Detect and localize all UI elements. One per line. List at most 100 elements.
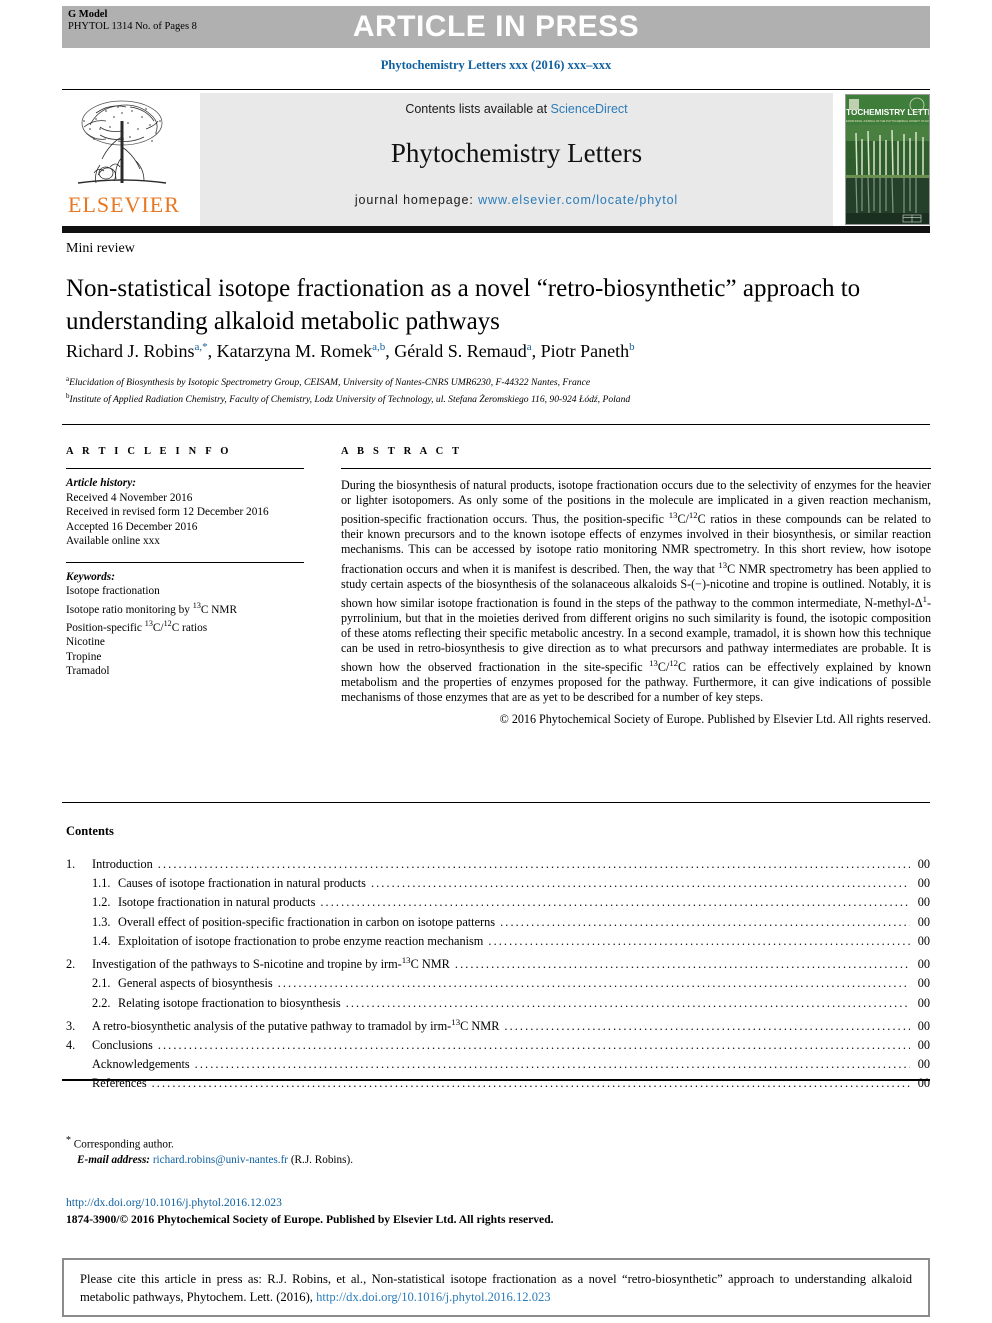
toc-number: 2. xyxy=(66,957,76,972)
toc-dot-leader: ........................................… xyxy=(151,1076,910,1091)
toc-page-number: 00 xyxy=(917,933,930,948)
toc-number: 1.1. xyxy=(92,876,111,891)
author-name-4: Piotr Paneth xyxy=(540,341,630,361)
toc-page-number: 00 xyxy=(917,1038,930,1053)
doi-link[interactable]: http://dx.doi.org/10.1016/j.phytol.2016.… xyxy=(66,1196,282,1209)
asterisk-icon: * xyxy=(66,1135,71,1146)
journal-banner: Contents lists available at ScienceDirec… xyxy=(200,93,833,226)
masthead: ELSEVIER Contents lists available at Sci… xyxy=(62,93,930,226)
toc-dot-leader: ........................................… xyxy=(500,914,910,929)
article-info-rule xyxy=(66,468,304,469)
author-name-1: Richard J. Robins xyxy=(66,341,195,361)
toc-entry[interactable]: 4. Conclusions .........................… xyxy=(66,1036,930,1055)
elsevier-tree-icon xyxy=(77,100,167,184)
citation-text: Please cite this article in press as: R.… xyxy=(64,1260,928,1306)
banner-title: ARTICLE IN PRESS xyxy=(352,10,640,43)
toc-label: References xyxy=(92,1076,147,1091)
email-note: E-mail address: richard.robins@univ-nant… xyxy=(66,1153,626,1168)
elsevier-logo: ELSEVIER xyxy=(62,93,186,226)
toc-number: 2.2. xyxy=(92,995,111,1010)
toc-page-number: 00 xyxy=(917,976,930,991)
contents-prefix: Contents lists available at xyxy=(405,102,551,116)
citation-doi-link[interactable]: http://dx.doi.org/10.1016/j.phytol.2016.… xyxy=(316,1290,551,1304)
keyword-0: Isotope fractionation xyxy=(66,585,160,597)
masthead-bottom-rule xyxy=(62,226,930,233)
toc-page-number: 00 xyxy=(917,1057,930,1072)
toc-dot-leader: ........................................… xyxy=(157,1038,910,1053)
author-affil-4: b xyxy=(629,341,635,353)
author-affil-1: a,* xyxy=(194,341,208,353)
affiliation-a: aElucidation of Biosynthesis by Isotopic… xyxy=(66,375,591,389)
toc-entry[interactable]: 3. A retro-biosynthetic analysis of the … xyxy=(66,1013,930,1036)
keywords-block: Keywords: Isotope fractionation Isotope … xyxy=(66,570,304,679)
author-name-3: Gérald S. Remaud xyxy=(394,341,527,361)
abstract-rule xyxy=(341,468,931,469)
keyword-5: Tramadol xyxy=(66,665,110,678)
toc-entry[interactable]: 2. Investigation of the pathways to S-ni… xyxy=(66,951,930,974)
toc-entry[interactable]: 1. Introduction ........................… xyxy=(66,855,930,874)
corresponding-author-text: Corresponding author. xyxy=(73,1138,174,1151)
toc-entry[interactable]: 2.2. Relating isotope fractionation to b… xyxy=(66,994,930,1013)
affiliation-list: aElucidation of Biosynthesis by Isotopic… xyxy=(66,373,926,406)
toc-number: 2.1. xyxy=(92,976,111,991)
title-block-bottom-rule xyxy=(62,424,930,425)
affiliation-b: bInstitute of Applied Radiation Chemistr… xyxy=(66,391,631,405)
contents-list: 1. Introduction ........................… xyxy=(66,855,930,1094)
journal-homepage-link[interactable]: www.elsevier.com/locate/phytol xyxy=(478,193,678,207)
contents-bottom-rule xyxy=(62,1079,930,1081)
toc-label: Investigation of the pathways to S-nicot… xyxy=(92,955,450,972)
toc-label: Introduction xyxy=(92,857,153,871)
keywords-label: Keywords: xyxy=(66,570,115,583)
toc-entry[interactable]: 1.2. Isotope fractionation in natural pr… xyxy=(66,893,930,912)
toc-page-number: 00 xyxy=(917,1018,930,1033)
toc-entry[interactable]: 1.3. Overall effect of position-specific… xyxy=(66,913,930,932)
author-list: Richard J. Robinsa,*, Katarzyna M. Romek… xyxy=(66,341,635,361)
toc-page-number: 00 xyxy=(917,1076,930,1091)
history-item-2: Accepted 16 December 2016 xyxy=(66,520,198,533)
email-link[interactable]: richard.robins@univ-nantes.fr xyxy=(153,1154,288,1166)
citation-box: Please cite this article in press as: R.… xyxy=(62,1258,930,1317)
abstract-bottom-rule xyxy=(62,802,930,803)
journal-title: Phytochemistry Letters xyxy=(390,138,643,168)
masthead-top-rule xyxy=(62,89,930,90)
toc-entry[interactable]: 1.4. Exploitation of isotope fractionati… xyxy=(66,932,930,951)
author-affil-3: a xyxy=(526,341,532,353)
article-history-block: Article history: Received 4 November 201… xyxy=(66,476,304,549)
journal-homepage-line: journal homepage: www.elsevier.com/locat… xyxy=(355,193,678,207)
toc-page-number: 00 xyxy=(917,895,930,910)
toc-number: 1. xyxy=(66,857,76,871)
homepage-label: journal homepage: xyxy=(354,193,479,207)
toc-number: 3. xyxy=(66,1018,76,1033)
toc-number: 1.2. xyxy=(92,895,111,910)
toc-number: 1.4. xyxy=(92,933,111,948)
footnote-block: * Corresponding author. E-mail address: … xyxy=(66,1133,626,1168)
elsevier-wordmark: ELSEVIER xyxy=(68,192,180,217)
toc-dot-leader: ........................................… xyxy=(277,976,910,991)
toc-entry[interactable]: 2.1. General aspects of biosynthesis ...… xyxy=(66,974,930,993)
article-section-type: Mini review xyxy=(66,241,135,256)
abstract-copyright: © 2016 Phytochemical Society of Europe. … xyxy=(499,712,931,727)
toc-label: Relating isotope fractionation to biosyn… xyxy=(118,995,341,1010)
history-item-3: Available online xxx xyxy=(66,535,160,547)
keyword-3: Nicotine xyxy=(66,636,105,649)
toc-page-number: 00 xyxy=(917,995,930,1010)
abstract-text: During the biosynthesis of natural produ… xyxy=(341,478,931,705)
journal-running-head: Phytochemistry Letters xxx (2016) xxx–xx… xyxy=(380,58,612,72)
toc-entry[interactable]: 1.1. Causes of isotope fractionation in … xyxy=(66,874,930,893)
toc-label: Overall effect of position-specific frac… xyxy=(118,914,496,929)
toc-entry[interactable]: Acknowledgements .......................… xyxy=(66,1055,930,1074)
toc-label: Exploitation of isotope fractionation to… xyxy=(118,933,484,948)
article-in-press-banner: G Model PHYTOL 1314 No. of Pages 8 ARTIC… xyxy=(62,6,930,48)
sciencedirect-link[interactable]: ScienceDirect xyxy=(551,102,628,116)
abstract-column: A B S T R A C T During the biosynthesis … xyxy=(341,446,931,727)
toc-label: Acknowledgements xyxy=(92,1057,190,1072)
keyword-4: Tropine xyxy=(66,650,102,663)
keywords-rule xyxy=(66,561,304,563)
toc-label: Conclusions xyxy=(92,1038,153,1053)
email-label: E-mail address: xyxy=(77,1153,151,1166)
article-history-label: Article history: xyxy=(66,477,136,489)
toc-entry[interactable]: References .............................… xyxy=(66,1074,930,1093)
toc-number: 4. xyxy=(66,1038,76,1053)
toc-page-number: 00 xyxy=(917,857,930,871)
toc-dot-leader: ........................................… xyxy=(504,1018,910,1033)
